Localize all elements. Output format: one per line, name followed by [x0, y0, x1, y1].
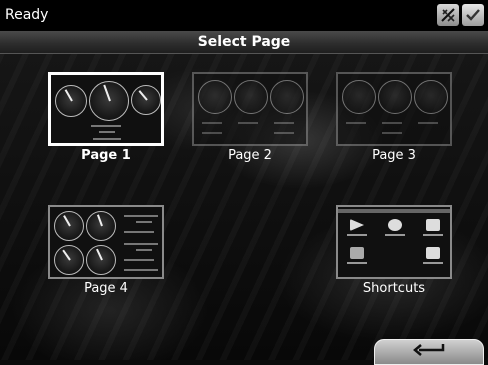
satellite-off-icon[interactable]: [437, 4, 459, 26]
status-text: Ready: [5, 7, 49, 23]
title-bar: Select Page: [0, 31, 488, 54]
checkmark-icon[interactable]: [462, 4, 484, 26]
shortcuts-thumbnail: [336, 205, 452, 279]
gauge-icon: [55, 85, 87, 117]
gauge-icon: [131, 85, 161, 115]
page-4-label: Page 4: [84, 281, 128, 296]
shortcuts-label: Shortcuts: [362, 281, 426, 296]
gauge-icon: [198, 80, 232, 114]
page-title: Select Page: [197, 34, 291, 50]
gauge-icon: [54, 245, 84, 275]
gauge-icon: [89, 81, 129, 121]
gauge-icon: [414, 80, 448, 114]
status-icons: [437, 4, 484, 26]
page-2-label: Page 2: [228, 148, 272, 163]
back-arrow-icon: [413, 344, 445, 356]
screen-icon: [342, 247, 372, 264]
page-3-thumbnail: [336, 72, 452, 146]
gauge-icon: [86, 211, 116, 241]
page-3-label: Page 3: [372, 148, 416, 163]
gauge-icon: [86, 245, 116, 275]
gauge-icon: [54, 211, 84, 241]
page-1-label: Page 1: [81, 148, 131, 163]
gauge-icon: [342, 80, 376, 114]
page-2-thumbnail: [192, 72, 308, 146]
folder-icon: [418, 219, 448, 236]
grid-icon: [418, 247, 448, 264]
page-4-thumbnail: [48, 205, 164, 279]
back-button[interactable]: [374, 339, 484, 365]
play-icon: [342, 219, 372, 236]
gauge-icon: [270, 80, 304, 114]
gauge-icon: [234, 80, 268, 114]
gauge-shortcut-icon: [380, 219, 410, 236]
status-bar: Ready: [0, 0, 488, 31]
gauge-icon: [378, 80, 412, 114]
page-1-thumbnail: [48, 72, 164, 146]
